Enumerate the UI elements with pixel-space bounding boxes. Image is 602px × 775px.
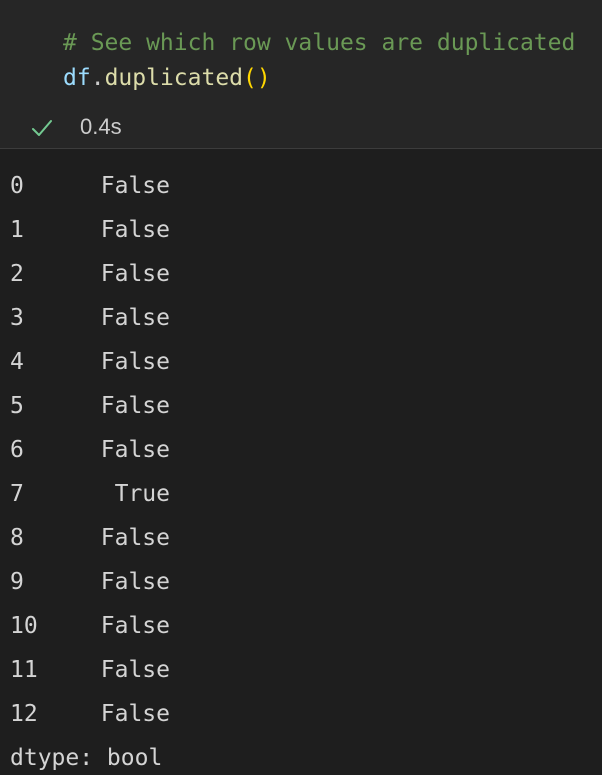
cell-status-bar: 0.4s (0, 108, 602, 148)
output-row-index: 2 (10, 261, 24, 287)
output-row-value: False (100, 437, 170, 463)
output-row: 0 False (0, 164, 602, 208)
output-row: 7 True (0, 472, 602, 516)
output-row-index: 3 (10, 305, 24, 331)
output-row: 11 False (0, 648, 602, 692)
code-variable: df (63, 65, 91, 91)
output-row-value: False (100, 393, 170, 419)
execution-time: 0.4s (80, 114, 122, 139)
output-row: 8 False (0, 516, 602, 560)
output-row-index: 10 (10, 613, 38, 639)
output-row-value: False (100, 305, 170, 331)
output-row-value: False (100, 525, 170, 551)
code-parens: () (243, 65, 271, 91)
output-row: 4 False (0, 340, 602, 384)
output-row: 3 False (0, 296, 602, 340)
output-row: 9 False (0, 560, 602, 604)
output-dtype: dtype: bool (10, 745, 163, 771)
output-row-index: 9 (10, 569, 24, 595)
output-row-index: 11 (10, 657, 38, 683)
output-row-value: False (100, 613, 170, 639)
output-row-value: False (100, 173, 170, 199)
output-divider (0, 148, 602, 149)
output-row: 2 False (0, 252, 602, 296)
output-row-value: False (100, 217, 170, 243)
output-row-index: 7 (10, 481, 24, 507)
code-dot: . (90, 65, 105, 91)
output-row-index: 1 (10, 217, 24, 243)
output-row: 10 False (0, 604, 602, 648)
cell-output[interactable]: 0 False 1 False 2 False 3 False 4 False 5 False 6 Fal… (0, 164, 602, 775)
output-row-index: 4 (10, 349, 24, 375)
output-row: 12 False (0, 692, 602, 736)
code-statement: df.duplicated() (63, 63, 271, 93)
output-row-index: 5 (10, 393, 24, 419)
output-row-index: 0 (10, 173, 24, 199)
output-row: 5 False (0, 384, 602, 428)
output-row-index: 12 (10, 701, 38, 727)
output-row-value: False (100, 569, 170, 595)
code-function: duplicated (104, 65, 244, 91)
output-row-value: False (100, 349, 170, 375)
check-icon (32, 120, 52, 136)
code-comment: # See which row values are duplicated (63, 30, 576, 56)
output-row-index: 6 (10, 437, 24, 463)
output-row-index: 8 (10, 525, 24, 551)
output-row-value: False (100, 657, 170, 683)
code-cell[interactable]: # See which row values are duplicated df… (0, 0, 602, 108)
output-row-value: True (114, 481, 170, 507)
output-row-value: False (100, 261, 170, 287)
output-row: 1 False (0, 208, 602, 252)
output-row: 6 False (0, 428, 602, 472)
output-row-value: False (100, 701, 170, 727)
